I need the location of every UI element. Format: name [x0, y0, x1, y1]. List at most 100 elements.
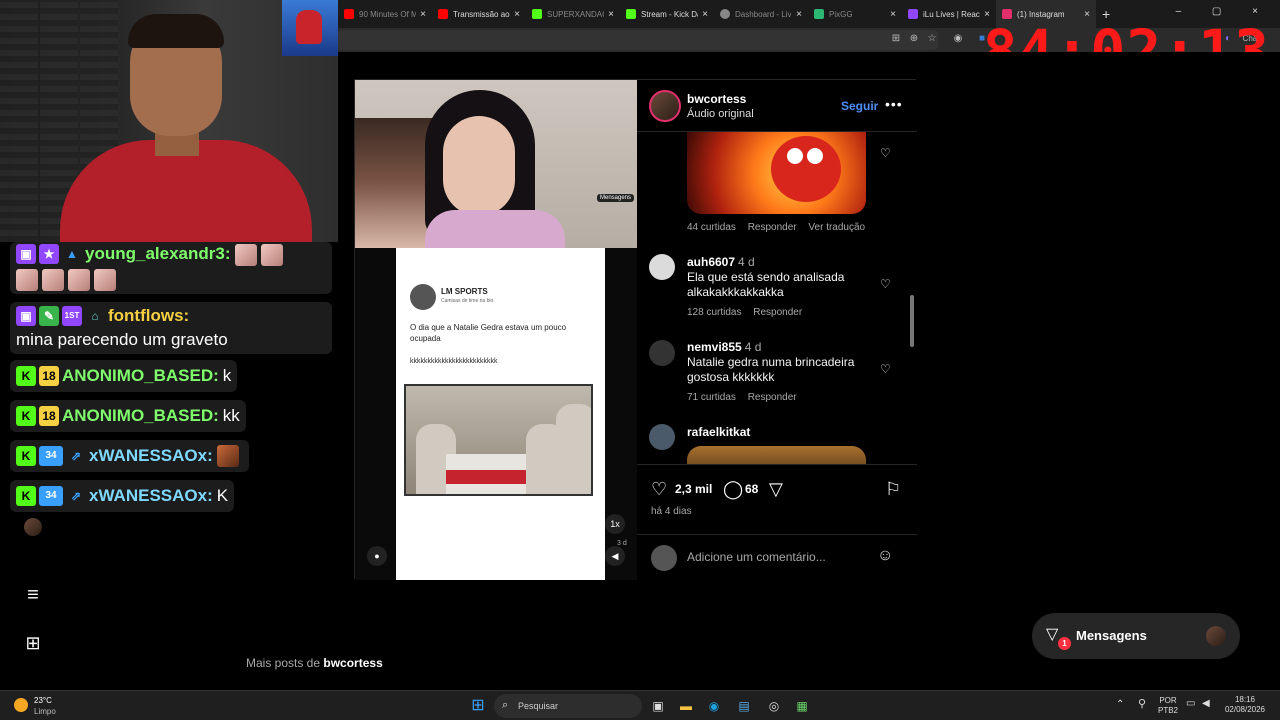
- comment-likes[interactable]: 128 curtidas: [687, 307, 741, 318]
- viewer-avatar: [24, 518, 42, 536]
- extension-icon[interactable]: ◉: [952, 33, 964, 45]
- lm-avatar: [410, 284, 436, 310]
- comment-meta: 128 curtidas Responder: [687, 307, 811, 318]
- taskbar-search[interactable]: ⌕ Pesquisar: [494, 694, 642, 718]
- lm-text: O dia que a Natalie Gedra estava um pouc…: [410, 323, 567, 343]
- chat-text: k: [222, 366, 232, 385]
- twitch-icon: ▣: [16, 306, 36, 326]
- level-badge: 34: [39, 446, 63, 466]
- close-tab-icon[interactable]: ×: [604, 9, 614, 20]
- chat-message: K 18 ANONIMO_BASED: kk: [10, 400, 246, 432]
- comment-like-icon[interactable]: ♡: [880, 146, 891, 160]
- tab-kick-2[interactable]: Stream - Kick Da ×: [620, 0, 714, 28]
- add-comment-input[interactable]: Adicione um comentário...: [687, 550, 826, 564]
- comment-icon[interactable]: ◯: [723, 479, 743, 500]
- chat-username[interactable]: young_alexandr3:: [85, 244, 231, 264]
- prime-badge-icon: ▲: [66, 247, 78, 261]
- chat-username[interactable]: fontflows:: [108, 306, 189, 326]
- heart-icon[interactable]: ♡: [651, 479, 667, 500]
- comment-username[interactable]: rafaelkitkat: [687, 425, 750, 439]
- language-indicator[interactable]: POR PTB2: [1156, 696, 1180, 716]
- comment-sticker-image: [687, 446, 866, 464]
- close-tab-icon[interactable]: ×: [698, 9, 708, 20]
- zoom-icon[interactable]: ⊕: [908, 33, 920, 45]
- chat-username[interactable]: ANONIMO_BASED:: [62, 406, 219, 426]
- volume-icon[interactable]: ◀: [1202, 699, 1210, 709]
- close-tab-icon[interactable]: ×: [510, 9, 520, 20]
- comment-username[interactable]: nemvi855 4 d: [687, 340, 761, 354]
- chat-username[interactable]: xWANESSAOx:: [89, 446, 213, 466]
- comment-list: ♡ 44 curtidas Responder Ver tradução auh…: [637, 132, 917, 464]
- windows-start-icon[interactable]: ⊞: [468, 696, 488, 716]
- user-tag-icon[interactable]: ●: [367, 546, 387, 566]
- volume-icon[interactable]: ◀: [605, 546, 625, 566]
- chat-message: ▣ ✎ 1ST ⌂ fontflows: mina parecendo um g…: [10, 302, 332, 354]
- photos-icon[interactable]: ▤: [734, 696, 754, 716]
- comments-scrollbar[interactable]: [909, 132, 915, 464]
- comment-likes[interactable]: 44 curtidas: [687, 222, 736, 233]
- follow-button[interactable]: Seguir: [841, 99, 878, 113]
- twitch-icon: ▣: [16, 244, 36, 264]
- chat-username[interactable]: ANONIMO_BASED:: [62, 366, 219, 386]
- kick-icon: K: [16, 406, 36, 426]
- share-icon[interactable]: ▽: [769, 479, 783, 500]
- star-badge-icon: ★: [39, 244, 59, 264]
- reply-button[interactable]: Responder: [748, 222, 797, 233]
- network-icon[interactable]: ▭: [1186, 699, 1195, 709]
- temperature: 23°C: [34, 696, 52, 705]
- lm-laugh: kkkkkkkkkkkkkkkkkkkkkkkkk: [410, 358, 498, 365]
- emoji-icon[interactable]: ☺: [877, 547, 893, 565]
- task-view-icon[interactable]: ▣: [648, 696, 668, 716]
- chat-username[interactable]: xWANESSAOx:: [89, 486, 213, 506]
- age-badge: 18: [39, 406, 59, 426]
- reply-button[interactable]: Responder: [753, 307, 802, 318]
- comment-meta: 44 curtidas Responder Ver tradução: [687, 222, 874, 233]
- comments-count: 68: [745, 482, 759, 496]
- favorite-icon[interactable]: ☆: [926, 33, 938, 45]
- close-tab-icon[interactable]: ×: [416, 9, 426, 20]
- gift-icon: ⇗: [70, 489, 82, 503]
- author-username[interactable]: bwcortess: [687, 92, 746, 106]
- tab-youtube-1[interactable]: 90 Minutes Of M ×: [338, 0, 432, 28]
- reel-video[interactable]: Mensagens LM SPORTS Camisas de time na b…: [355, 80, 637, 580]
- comment-username[interactable]: auh6607 4 d: [687, 255, 755, 269]
- close-tab-icon[interactable]: ×: [886, 9, 896, 20]
- tab-dashboard[interactable]: Dashboard - Liv ×: [714, 0, 808, 28]
- comment-like-icon[interactable]: ♡: [880, 277, 891, 291]
- commenter-avatar[interactable]: [649, 254, 675, 280]
- translate-button[interactable]: Ver tradução: [808, 222, 865, 233]
- window-controls[interactable]: – ▢ ×: [1176, 6, 1272, 17]
- author-avatar[interactable]: [649, 90, 681, 122]
- audio-label[interactable]: Áudio original: [687, 108, 754, 120]
- speed-button[interactable]: 1x: [605, 514, 625, 534]
- commenter-avatar[interactable]: [649, 424, 675, 450]
- hamburger-icon[interactable]: ≡: [22, 584, 44, 606]
- tab-kick-1[interactable]: SUPERXANDAO ×: [526, 0, 620, 28]
- comment-likes[interactable]: 71 curtidas: [687, 392, 736, 403]
- close-tab-icon[interactable]: ×: [792, 9, 802, 20]
- webcam-thumbnail: [282, 0, 338, 56]
- address-bar[interactable]: [338, 30, 938, 50]
- comment-like-icon[interactable]: ♡: [880, 362, 891, 376]
- current-user-avatar: [651, 545, 677, 571]
- apps-icon[interactable]: ⊞: [890, 33, 902, 45]
- chevron-up-icon[interactable]: ⌃: [1116, 700, 1124, 710]
- file-explorer-icon[interactable]: ▬: [676, 696, 696, 716]
- clock[interactable]: 18:16 02/08/2026: [1222, 695, 1268, 715]
- more-options-icon[interactable]: •••: [885, 96, 903, 112]
- microphone-icon[interactable]: ⚲: [1138, 699, 1146, 710]
- lm-subtitle: Camisas de time na bio.: [441, 298, 495, 304]
- obs-icon[interactable]: ◎: [764, 696, 784, 716]
- messages-button[interactable]: ▽ 1 Mensagens: [1032, 613, 1240, 659]
- apps-grid-icon[interactable]: ⊞: [22, 632, 44, 654]
- sub-badge: 1ST: [62, 306, 82, 326]
- youtube-icon: [438, 9, 448, 19]
- app-icon[interactable]: ▦: [792, 696, 812, 716]
- likes-count[interactable]: 2,3 mil: [675, 482, 712, 496]
- bookmark-icon[interactable]: ⚐: [885, 479, 901, 500]
- tab-pixgg[interactable]: PixGG ×: [808, 0, 902, 28]
- tab-youtube-2[interactable]: Transmissão ao vi×: [432, 0, 526, 28]
- reply-button[interactable]: Responder: [748, 392, 797, 403]
- edge-icon[interactable]: ◉: [704, 696, 724, 716]
- commenter-avatar[interactable]: [649, 340, 675, 366]
